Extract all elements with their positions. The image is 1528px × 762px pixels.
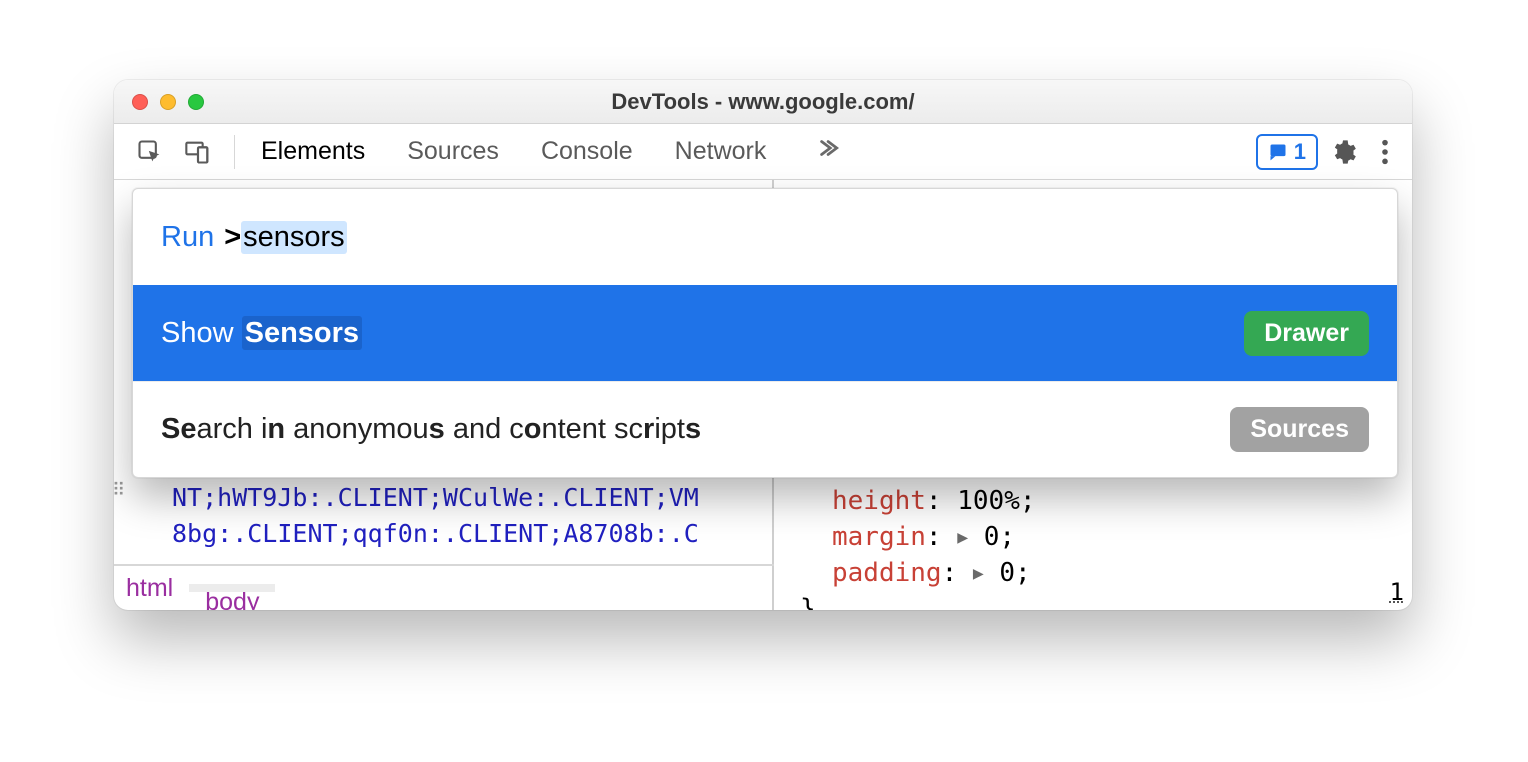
tab-sources[interactable]: Sources — [405, 124, 501, 179]
devtools-window: DevTools - www.google.com/ Elements Sour — [114, 80, 1412, 610]
close-window-icon[interactable] — [132, 94, 148, 110]
maximize-window-icon[interactable] — [188, 94, 204, 110]
command-item-search-scripts[interactable]: Search in anonymous and content scripts … — [133, 381, 1397, 477]
crumb-body[interactable]: body — [189, 584, 275, 592]
command-query: sensors — [241, 221, 347, 254]
tag-sources: Sources — [1230, 407, 1369, 452]
breadcrumbs: html body — [114, 564, 774, 610]
command-item-show-sensors[interactable]: Show Sensors Drawer — [133, 285, 1397, 381]
run-label: Run — [161, 221, 214, 254]
issues-counter-button[interactable]: 1 — [1256, 134, 1318, 170]
menu-kebab-icon[interactable] — [1368, 135, 1402, 169]
settings-icon[interactable] — [1326, 135, 1360, 169]
drag-handle-icon[interactable]: ⠿ — [114, 480, 121, 501]
device-toolbar-icon[interactable] — [178, 132, 218, 172]
origin-badges: 1 — [1390, 578, 1404, 606]
closing-brace: } — [800, 594, 1394, 610]
inspect-element-icon[interactable] — [130, 132, 170, 172]
prompt-chevron-icon: > — [224, 221, 241, 254]
issues-count: 1 — [1294, 139, 1306, 165]
toolbar-separator — [234, 135, 235, 169]
command-menu: Run > sensors Show Sensors Drawer Search… — [132, 188, 1398, 478]
tab-network[interactable]: Network — [673, 124, 769, 179]
html-source-snippet: NT;hWT9Jb:.CLIENT;WCulWe:.CLIENT;VM 8bg:… — [114, 480, 772, 553]
traffic-lights[interactable] — [132, 94, 204, 110]
crumb-html[interactable]: html — [126, 574, 173, 603]
command-input-row[interactable]: Run > sensors — [133, 189, 1397, 285]
window-titlebar: DevTools - www.google.com/ — [114, 80, 1412, 124]
command-item-label: Search in anonymous and content scripts — [161, 413, 701, 446]
devtools-toolbar: Elements Sources Console Network 1 — [114, 124, 1412, 180]
more-tabs-icon[interactable] — [806, 135, 848, 168]
tab-console[interactable]: Console — [539, 124, 635, 179]
window-title: DevTools - www.google.com/ — [114, 89, 1412, 115]
tab-elements[interactable]: Elements — [259, 124, 367, 179]
panel-tabs: Elements Sources Console Network — [259, 124, 848, 179]
minimize-window-icon[interactable] — [160, 94, 176, 110]
tag-drawer: Drawer — [1244, 311, 1369, 356]
origin-line-link[interactable]: 1 — [1390, 578, 1404, 606]
